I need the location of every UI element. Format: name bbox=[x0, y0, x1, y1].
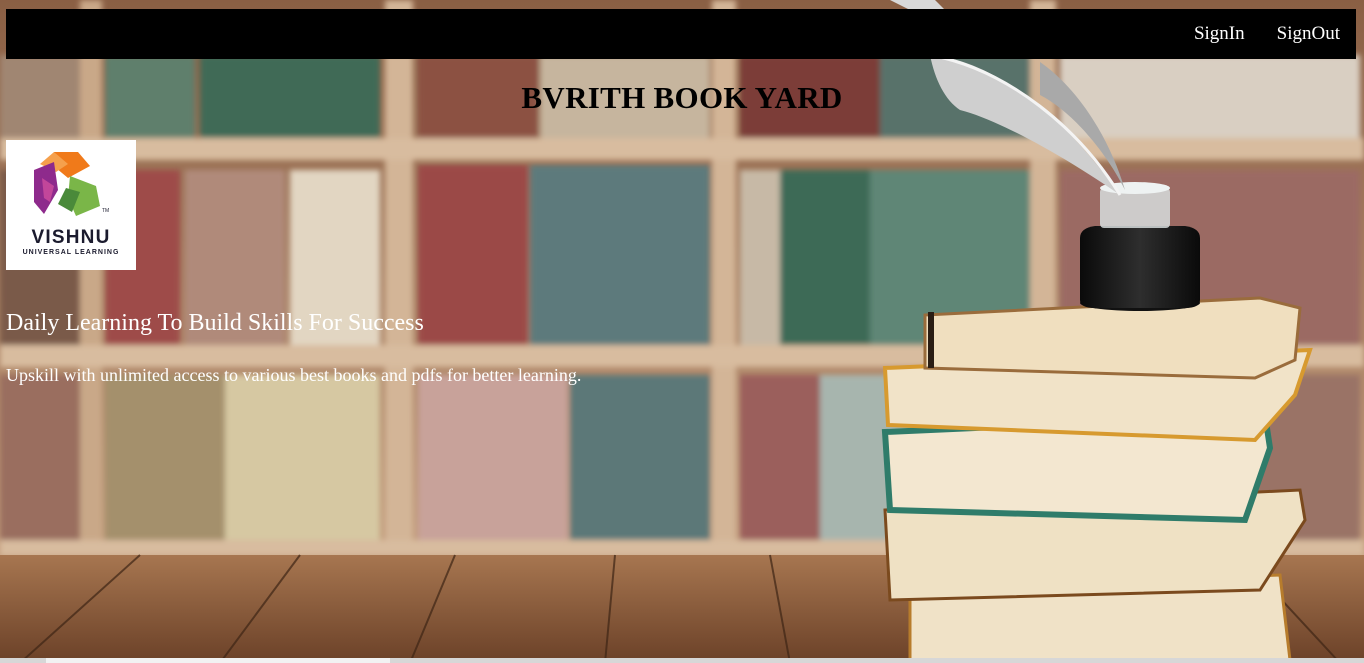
vishnu-logo: TM VISHNU UNIVERSAL LEARNING bbox=[6, 140, 136, 270]
hero-subtext: Upskill with unlimited access to various… bbox=[6, 365, 582, 385]
hero-heading: Daily Learning To Build Skills For Succe… bbox=[6, 310, 424, 336]
signout-link[interactable]: SignOut bbox=[1277, 23, 1340, 45]
signin-link[interactable]: SignIn bbox=[1194, 23, 1245, 45]
top-navbar: SignIn SignOut bbox=[6, 9, 1356, 59]
page-title: BVRITH BOOK YARD bbox=[521, 80, 843, 115]
horizontal-scrollbar[interactable] bbox=[0, 658, 1364, 663]
logo-wordmark: VISHNU bbox=[31, 227, 111, 248]
logo-trademark: TM bbox=[102, 208, 110, 214]
scrollbar-thumb[interactable] bbox=[46, 658, 390, 663]
logo-tagline: UNIVERSAL LEARNING bbox=[22, 249, 120, 256]
